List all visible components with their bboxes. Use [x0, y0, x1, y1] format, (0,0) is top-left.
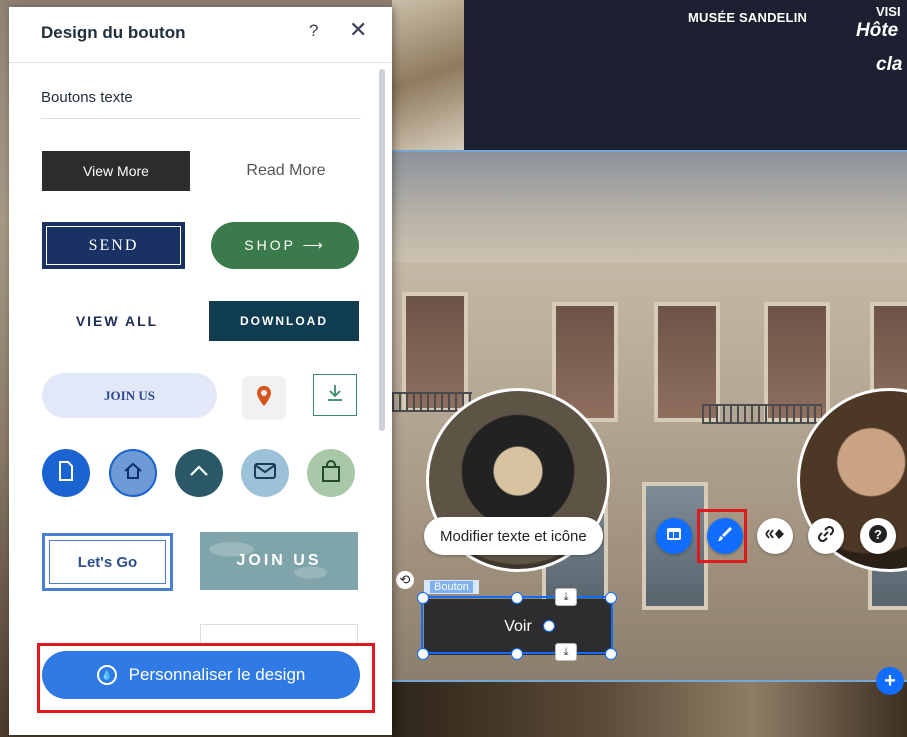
preset-partial[interactable]: [200, 624, 358, 644]
site-header: [464, 0, 907, 152]
header-image-strip: [392, 0, 472, 150]
link-icon: [817, 525, 835, 548]
edit-text-and-icon-button[interactable]: Modifier texte et icône: [424, 517, 603, 555]
preset-read-more[interactable]: Read More: [221, 151, 351, 191]
animation-icon: [764, 527, 786, 546]
nav-item-visites[interactable]: VISI: [876, 4, 901, 19]
document-icon: [57, 460, 75, 487]
chevron-up-icon: [189, 464, 209, 482]
svg-text:?: ?: [874, 527, 882, 542]
hero-title-line2: cla: [876, 54, 903, 75]
preset-mail[interactable]: [241, 449, 289, 497]
roof: [392, 152, 907, 262]
resize-handle[interactable]: [605, 648, 617, 660]
customize-design-button[interactable]: 💧 Personnaliser le design: [42, 651, 360, 699]
shopping-bag-icon: [321, 459, 341, 487]
help-icon[interactable]: ?: [309, 21, 318, 41]
preset-download-icon[interactable]: [313, 374, 357, 416]
section-label: Boutons texte: [41, 89, 133, 106]
preset-shopping-bag[interactable]: [307, 449, 355, 497]
preset-shop[interactable]: SHOP ⟶: [211, 222, 359, 269]
painting-strip: [392, 682, 907, 737]
divider: [41, 118, 361, 119]
layout-icon: [665, 525, 683, 548]
selection-label: Bouton: [424, 580, 479, 594]
animation-button[interactable]: [757, 518, 793, 554]
help-button[interactable]: ?: [860, 518, 896, 554]
resize-handle[interactable]: [417, 648, 429, 660]
question-icon: ?: [868, 524, 888, 549]
preset-location[interactable]: [242, 376, 286, 420]
close-icon[interactable]: ✕: [349, 17, 367, 43]
edit-text-label: Modifier texte et icône: [440, 527, 587, 545]
stretch-bottom-icon[interactable]: ⤓: [555, 643, 577, 661]
preset-join-us-pattern[interactable]: JOIN US: [200, 532, 358, 590]
resize-handle[interactable]: [605, 592, 617, 604]
nav-item-musee[interactable]: MUSÉE SANDELIN: [688, 10, 807, 25]
preset-view-more[interactable]: View More: [42, 151, 190, 191]
home-icon: [123, 462, 143, 485]
preset-chevron[interactable]: [175, 449, 223, 497]
preset-download[interactable]: DOWNLOAD: [209, 301, 359, 341]
preset-view-all[interactable]: VIEW ALL: [42, 301, 192, 341]
resize-handle[interactable]: [511, 592, 523, 604]
droplet-icon: 💧: [96, 665, 117, 685]
resize-handle[interactable]: [511, 648, 523, 660]
resize-handle[interactable]: [417, 592, 429, 604]
selected-site-button[interactable]: Voir: [424, 599, 612, 655]
download-icon: [326, 383, 344, 408]
preset-home[interactable]: [109, 449, 157, 497]
stretch-top-icon[interactable]: ⤓: [555, 588, 577, 606]
resize-handle[interactable]: [543, 620, 555, 632]
panel-header: Design du bouton ? ✕: [9, 7, 392, 63]
design-button-highlight: [697, 509, 747, 563]
balcony: [702, 404, 822, 424]
location-pin-icon: [256, 385, 272, 412]
add-section-button[interactable]: +: [876, 667, 904, 695]
site-button-text: Voir: [504, 618, 532, 635]
preset-lets-go[interactable]: Let's Go: [42, 533, 173, 591]
hero-title-line1: Hôte: [856, 20, 899, 41]
layout-button[interactable]: [656, 518, 692, 554]
preset-join-us[interactable]: JOIN US: [42, 373, 217, 418]
link-button[interactable]: [808, 518, 844, 554]
undo-icon[interactable]: ⟲: [396, 571, 414, 589]
mail-icon: [254, 462, 276, 484]
panel-title: Design du bouton: [41, 23, 186, 42]
section-border-top: [392, 150, 907, 152]
panel-scrollbar[interactable]: [379, 69, 385, 431]
preset-document[interactable]: [42, 449, 90, 497]
preset-send[interactable]: SEND: [42, 222, 185, 269]
customize-design-label: Personnaliser le design: [128, 665, 306, 684]
button-design-panel: Design du bouton ? ✕ Boutons texte View …: [9, 7, 392, 735]
